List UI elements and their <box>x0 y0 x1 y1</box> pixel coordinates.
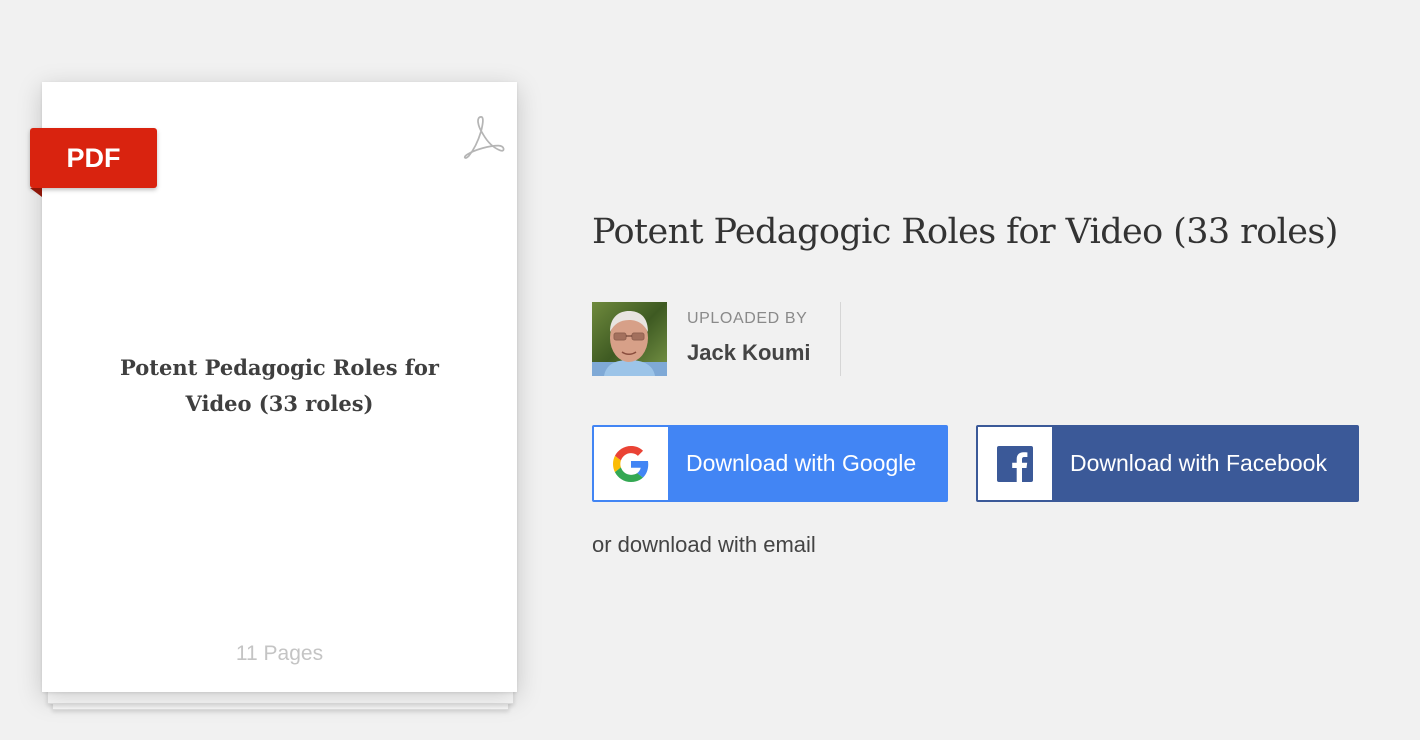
pdf-badge-fold <box>30 188 42 197</box>
page-title: Potent Pedagogic Roles for Video (33 rol… <box>592 212 1338 252</box>
uploader-info: UPLOADED BY Jack Koumi <box>592 302 842 376</box>
document-preview[interactable]: PDF Potent Pedagogic Roles for Video (33… <box>30 82 517 712</box>
avatar[interactable] <box>592 302 667 376</box>
document-cover[interactable]: PDF Potent Pedagogic Roles for Video (33… <box>30 82 517 692</box>
divider <box>840 302 841 376</box>
google-icon <box>613 445 649 482</box>
facebook-icon-box <box>978 427 1052 500</box>
facebook-button-label: Download with Facebook <box>1070 450 1327 476</box>
google-button-label: Download with Google <box>686 450 917 476</box>
google-icon-box <box>594 427 668 500</box>
facebook-icon <box>997 445 1033 482</box>
download-with-facebook-button[interactable]: Download with Facebook <box>976 425 1359 502</box>
download-with-email-link[interactable]: or download with email <box>592 532 816 558</box>
avatar-photo <box>592 302 667 376</box>
pdf-badge: PDF <box>30 128 157 188</box>
document-title: Potent Pedagogic Roles for Video (33 rol… <box>120 355 439 416</box>
download-with-google-button[interactable]: Download with Google <box>592 425 948 502</box>
acrobat-pdf-icon <box>463 116 505 159</box>
uploader-name[interactable]: Jack Koumi <box>687 340 811 366</box>
page-count: 11 Pages <box>235 642 324 665</box>
uploaded-by-label: UPLOADED BY <box>687 310 808 327</box>
